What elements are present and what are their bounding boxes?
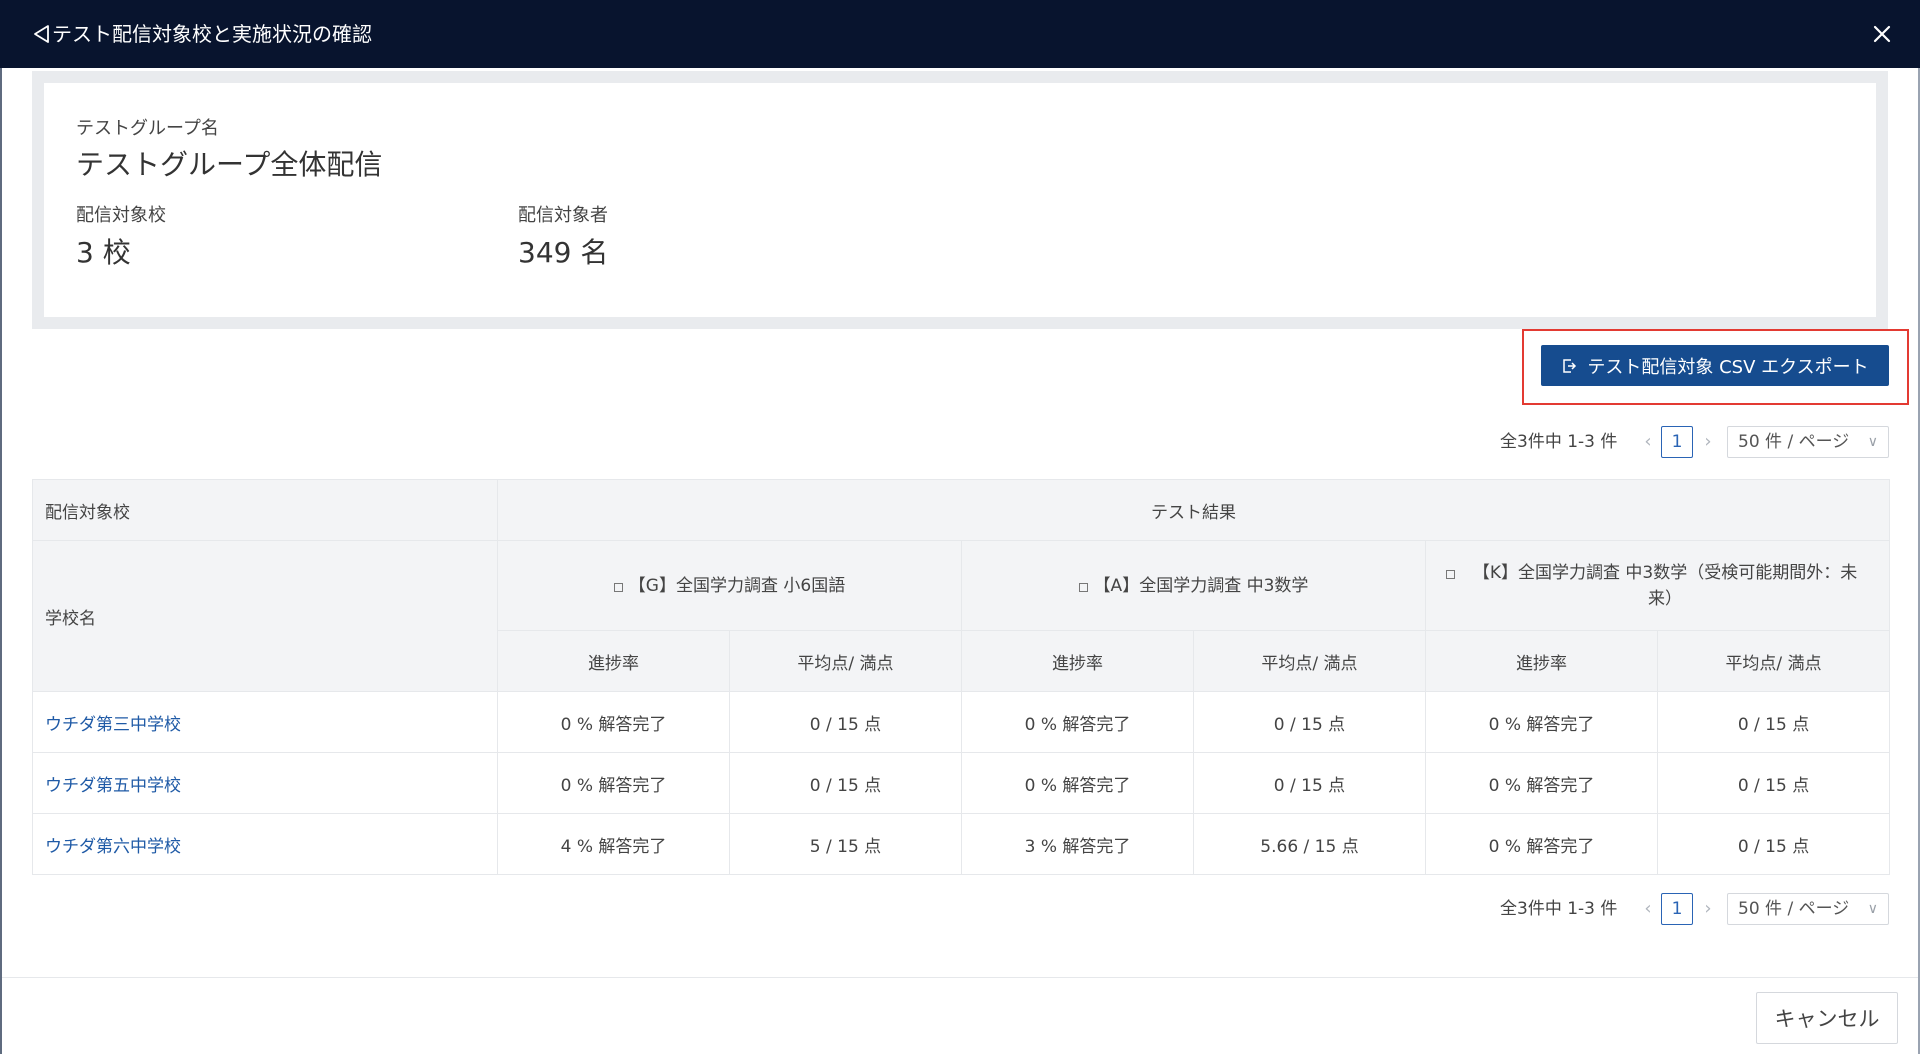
chevron-left-icon[interactable]: ‹ bbox=[1641, 426, 1655, 458]
progress-cell: 0 % 解答完了 bbox=[961, 752, 1194, 814]
score-cell: 0 / 15 点 bbox=[1656, 752, 1891, 814]
progress-cell: 0 % 解答完了 bbox=[497, 752, 730, 814]
subheader-progress: 進捗率 bbox=[961, 630, 1194, 692]
close-icon[interactable] bbox=[1872, 24, 1892, 44]
pagination-summary-top: 全3件中 1-3 件 bbox=[1500, 432, 1618, 452]
pagination-summary-bottom: 全3件中 1-3 件 bbox=[1500, 899, 1618, 919]
school-link[interactable]: ウチダ第五中学校 bbox=[32, 752, 498, 814]
summary-card bbox=[44, 83, 1876, 317]
csv-export-button[interactable]: テスト配信対象 CSV エクスポート bbox=[1541, 345, 1889, 386]
group-name-label: テストグループ名 bbox=[76, 118, 219, 139]
chevron-left-icon[interactable]: ‹ bbox=[1641, 893, 1655, 925]
modal-header: テスト配信対象校と実施状況の確認 bbox=[0, 0, 1920, 68]
schools-value: 3 校 bbox=[76, 236, 131, 269]
test-header-2: 【A】全国学力調査 中3数学 bbox=[961, 540, 1426, 631]
subheader-average: 平均点/ 満点 bbox=[729, 630, 962, 692]
subheader-average: 平均点/ 満点 bbox=[1193, 630, 1426, 692]
checkbox-icon[interactable] bbox=[1446, 569, 1455, 579]
chevron-right-icon[interactable]: › bbox=[1701, 893, 1715, 925]
subheader-average: 平均点/ 満点 bbox=[1656, 630, 1891, 692]
subheader-progress: 進捗率 bbox=[497, 630, 730, 692]
col-group-schools: 配信対象校 bbox=[32, 479, 498, 541]
progress-cell: 0 % 解答完了 bbox=[1425, 752, 1658, 814]
modal-title: テスト配信対象校と実施状況の確認 bbox=[52, 22, 372, 46]
score-cell: 5.66 / 15 点 bbox=[1193, 813, 1426, 875]
subheader-progress: 進捗率 bbox=[1425, 630, 1658, 692]
progress-cell: 3 % 解答完了 bbox=[961, 813, 1194, 875]
chevron-right-icon[interactable]: › bbox=[1701, 426, 1715, 458]
progress-cell: 0 % 解答完了 bbox=[1425, 813, 1658, 875]
score-cell: 0 / 15 点 bbox=[1193, 752, 1426, 814]
progress-cell: 0 % 解答完了 bbox=[1425, 691, 1658, 753]
schools-label: 配信対象校 bbox=[76, 205, 166, 226]
page-size-value: 50 件 / ページ bbox=[1738, 899, 1850, 919]
progress-cell: 0 % 解答完了 bbox=[961, 691, 1194, 753]
chevron-down-icon: ∨ bbox=[1867, 901, 1878, 917]
score-cell: 0 / 15 点 bbox=[729, 691, 962, 753]
score-cell: 0 / 15 点 bbox=[1193, 691, 1426, 753]
table-row: ウチダ第三中学校 0 % 解答完了 0 / 15 点 0 % 解答完了 0 / … bbox=[32, 691, 1891, 753]
export-icon bbox=[1563, 358, 1577, 373]
school-link[interactable]: ウチダ第三中学校 bbox=[32, 691, 498, 753]
school-link[interactable]: ウチダ第六中学校 bbox=[32, 813, 498, 875]
test-header-3: 【K】全国学力調査 中3数学（受検可能期間外：未来） bbox=[1424, 540, 1891, 631]
page-size-select-bottom[interactable]: 50 件 / ページ ∨ bbox=[1727, 893, 1889, 925]
progress-cell: 0 % 解答完了 bbox=[497, 691, 730, 753]
modal-left-border bbox=[0, 68, 2, 1054]
table-row: ウチダ第六中学校 4 % 解答完了 5 / 15 点 3 % 解答完了 5.66… bbox=[32, 813, 1891, 875]
page-size-value: 50 件 / ページ bbox=[1738, 432, 1850, 452]
score-cell: 0 / 15 点 bbox=[1656, 813, 1891, 875]
score-cell: 0 / 15 点 bbox=[1656, 691, 1891, 753]
csv-export-label: テスト配信対象 CSV エクスポート bbox=[1587, 356, 1869, 378]
score-cell: 5 / 15 点 bbox=[729, 813, 962, 875]
col-group-test-results: テスト結果 bbox=[496, 479, 1891, 541]
pagination-current-bottom[interactable]: 1 bbox=[1661, 893, 1693, 925]
cancel-button[interactable]: キャンセル bbox=[1756, 992, 1898, 1044]
footer-divider bbox=[2, 977, 1918, 978]
table-row: ウチダ第五中学校 0 % 解答完了 0 / 15 点 0 % 解答完了 0 / … bbox=[32, 752, 1891, 814]
pagination-current-top[interactable]: 1 bbox=[1661, 426, 1693, 458]
back-triangle-icon[interactable] bbox=[32, 24, 50, 44]
students-label: 配信対象者 bbox=[518, 205, 608, 226]
score-cell: 0 / 15 点 bbox=[729, 752, 962, 814]
group-name-value: テストグループ全体配信 bbox=[76, 148, 383, 181]
results-table: 配信対象校 テスト結果 学校名 【G】全国学力調査 小6国語 【A】全国学力調査… bbox=[32, 479, 1891, 875]
col-school-name: 学校名 bbox=[32, 540, 498, 692]
page-size-select-top[interactable]: 50 件 / ページ ∨ bbox=[1727, 426, 1889, 458]
test-header-1: 【G】全国学力調査 小6国語 bbox=[497, 540, 962, 631]
chevron-down-icon: ∨ bbox=[1867, 434, 1878, 450]
students-value: 349 名 bbox=[518, 236, 609, 269]
checkbox-icon[interactable] bbox=[1078, 582, 1088, 592]
checkbox-icon[interactable] bbox=[613, 582, 623, 592]
progress-cell: 4 % 解答完了 bbox=[497, 813, 730, 875]
